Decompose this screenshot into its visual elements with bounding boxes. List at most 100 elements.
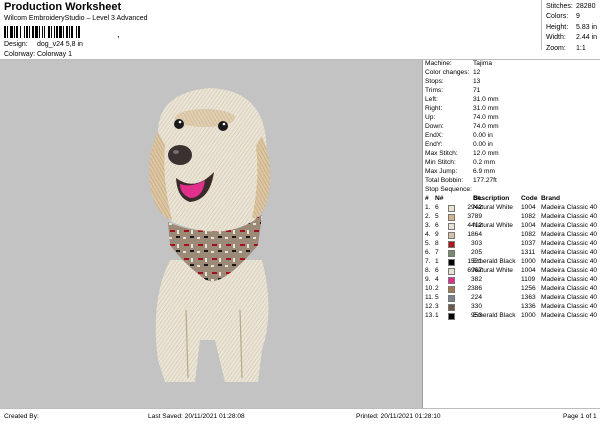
needle-number: 5 bbox=[435, 294, 439, 301]
barcode-mark: , bbox=[117, 29, 120, 39]
stitch-count: 382 bbox=[470, 276, 482, 283]
prop-trims: Trims: 71 bbox=[425, 87, 481, 94]
thread-code: 1000 bbox=[521, 312, 536, 319]
thread-color-swatch bbox=[448, 232, 455, 239]
col-description: Description bbox=[473, 195, 510, 202]
thread-brand: Madeira Classic 40 bbox=[541, 213, 598, 220]
thread-color-swatch bbox=[448, 259, 455, 266]
created-by: Created By: bbox=[4, 413, 39, 420]
thread-code: 1363 bbox=[521, 294, 536, 301]
stitch-count: 330 bbox=[470, 303, 482, 310]
stat-stitches: Stitches: 28280 bbox=[546, 3, 596, 10]
thread-code: 1336 bbox=[521, 303, 536, 310]
thread-color-swatch bbox=[448, 313, 455, 320]
col-number: N# bbox=[435, 195, 444, 202]
prop-right: Right: 31.0 mm bbox=[425, 105, 499, 112]
row-index: 9. bbox=[425, 276, 431, 283]
needle-number: 4 bbox=[435, 276, 439, 283]
needle-number: 3 bbox=[435, 303, 439, 310]
thread-brand: Madeira Classic 40 bbox=[541, 258, 598, 265]
prop-up: Up: 74.0 mm bbox=[425, 114, 499, 121]
row-index: 10. bbox=[425, 285, 435, 292]
thread-description: Emerald Black bbox=[473, 258, 516, 265]
row-index: 4. bbox=[425, 231, 431, 238]
thread-code: 1311 bbox=[521, 249, 536, 256]
prop-endy: EndY: 0.00 in bbox=[425, 141, 493, 148]
thread-color-swatch bbox=[448, 277, 455, 284]
thread-code: 1109 bbox=[521, 276, 536, 283]
thread-description: Natural White bbox=[473, 222, 513, 229]
stitch-count: 303 bbox=[470, 240, 482, 247]
stat-height: Height: 5.83 in bbox=[546, 23, 598, 31]
col-brand: Brand bbox=[541, 195, 561, 202]
prop-max-stitch: Max Stitch: 12.0 mm bbox=[425, 150, 499, 157]
worksheet-footer: Created By: Last Saved: 20/11/2021 01:28… bbox=[0, 408, 600, 424]
design-preview bbox=[0, 60, 423, 408]
row-index: 7. bbox=[425, 258, 431, 265]
thread-color-swatch bbox=[448, 241, 455, 248]
thread-brand: Madeira Classic 40 bbox=[541, 222, 598, 229]
thread-brand: Madeira Classic 40 bbox=[541, 249, 598, 256]
thread-code: 1004 bbox=[521, 222, 536, 229]
needle-number: 5 bbox=[435, 213, 439, 220]
prop-max-jump: Max Jump: 6.9 mm bbox=[425, 168, 495, 175]
printed-date: Printed: 20/11/2021 01:28:10 bbox=[356, 413, 441, 420]
thread-code: 1004 bbox=[521, 267, 536, 274]
worksheet-details: Machine: Tajima Color changes: 12 Stops: 13… bbox=[424, 60, 600, 408]
thread-color-swatch bbox=[448, 223, 455, 230]
thread-brand: Madeira Classic 40 bbox=[541, 204, 598, 211]
stitch-count: 224 bbox=[470, 294, 482, 301]
thread-code: 1000 bbox=[521, 258, 536, 265]
design-stats: Stitches: 28280 Colors: 9 Height: 5.83 in W… bbox=[546, 2, 597, 54]
thread-color-swatch bbox=[448, 286, 455, 293]
needle-number: 9 bbox=[435, 231, 439, 238]
prop-min-stitch: Min Stitch: 0.2 mm bbox=[425, 159, 495, 166]
thread-description: Emerald Black bbox=[473, 312, 516, 319]
stitch-count: 205 bbox=[470, 249, 482, 256]
prop-total-bobbin: Total Bobbin: 177.27ft bbox=[425, 177, 497, 184]
thread-color-swatch bbox=[448, 214, 455, 221]
row-index: 13. bbox=[425, 312, 435, 319]
stat-zoom: Zoom: 1:1 bbox=[546, 44, 586, 52]
thread-color-swatch bbox=[448, 295, 455, 302]
header-divider bbox=[541, 0, 542, 50]
stitch-count: 2386 bbox=[467, 285, 482, 292]
thread-code: 1256 bbox=[521, 285, 536, 292]
barcode-image bbox=[4, 26, 80, 38]
row-index: 2. bbox=[425, 213, 431, 220]
row-index: 12. bbox=[425, 303, 435, 310]
prop-down: Down: 74.0 mm bbox=[425, 123, 499, 130]
prop-stops: Stops: 13 bbox=[425, 78, 481, 85]
software-label: Wilcom EmbroideryStudio – Level 3 Advanc… bbox=[4, 15, 148, 22]
needle-number: 1 bbox=[435, 312, 439, 319]
prop-left: Left: 31.0 mm bbox=[425, 96, 499, 103]
needle-number: 2 bbox=[435, 285, 439, 292]
thread-code: 1004 bbox=[521, 204, 536, 211]
stitch-count: 3789 bbox=[467, 213, 482, 220]
thread-brand: Madeira Classic 40 bbox=[541, 312, 598, 319]
thread-code: 1037 bbox=[521, 240, 536, 247]
design-row: Design: dog_v24 5,8 in bbox=[4, 41, 83, 48]
thread-description: Natural White bbox=[473, 204, 513, 211]
design-label: Design: bbox=[4, 41, 28, 48]
worksheet-header: Production Worksheet Wilcom EmbroiderySt… bbox=[0, 0, 600, 60]
page-number: Page 1 of 1 bbox=[563, 413, 597, 420]
thread-brand: Madeira Classic 40 bbox=[541, 276, 598, 283]
row-index: 1. bbox=[425, 204, 431, 211]
thread-brand: Madeira Classic 40 bbox=[541, 285, 598, 292]
col-code: Code bbox=[521, 195, 538, 202]
thread-brand: Madeira Classic 40 bbox=[541, 267, 598, 274]
last-saved: Last Saved: 20/11/2021 01:28:08 bbox=[148, 413, 245, 420]
thread-brand: Madeira Classic 40 bbox=[541, 303, 598, 310]
needle-number: 8 bbox=[435, 240, 439, 247]
thread-code: 1082 bbox=[521, 213, 536, 220]
row-index: 8. bbox=[425, 267, 431, 274]
colorway-label: Colorway: bbox=[4, 51, 36, 58]
stitch-count: 1864 bbox=[467, 231, 482, 238]
page-title: Production Worksheet bbox=[4, 1, 122, 13]
thread-code: 1082 bbox=[521, 231, 536, 238]
stat-width: Width: 2.44 in bbox=[546, 34, 598, 42]
prop-color-changes: Color changes: 12 bbox=[425, 69, 481, 76]
prop-endx: EndX: 0.00 in bbox=[425, 132, 493, 139]
row-index: 5. bbox=[425, 240, 431, 247]
